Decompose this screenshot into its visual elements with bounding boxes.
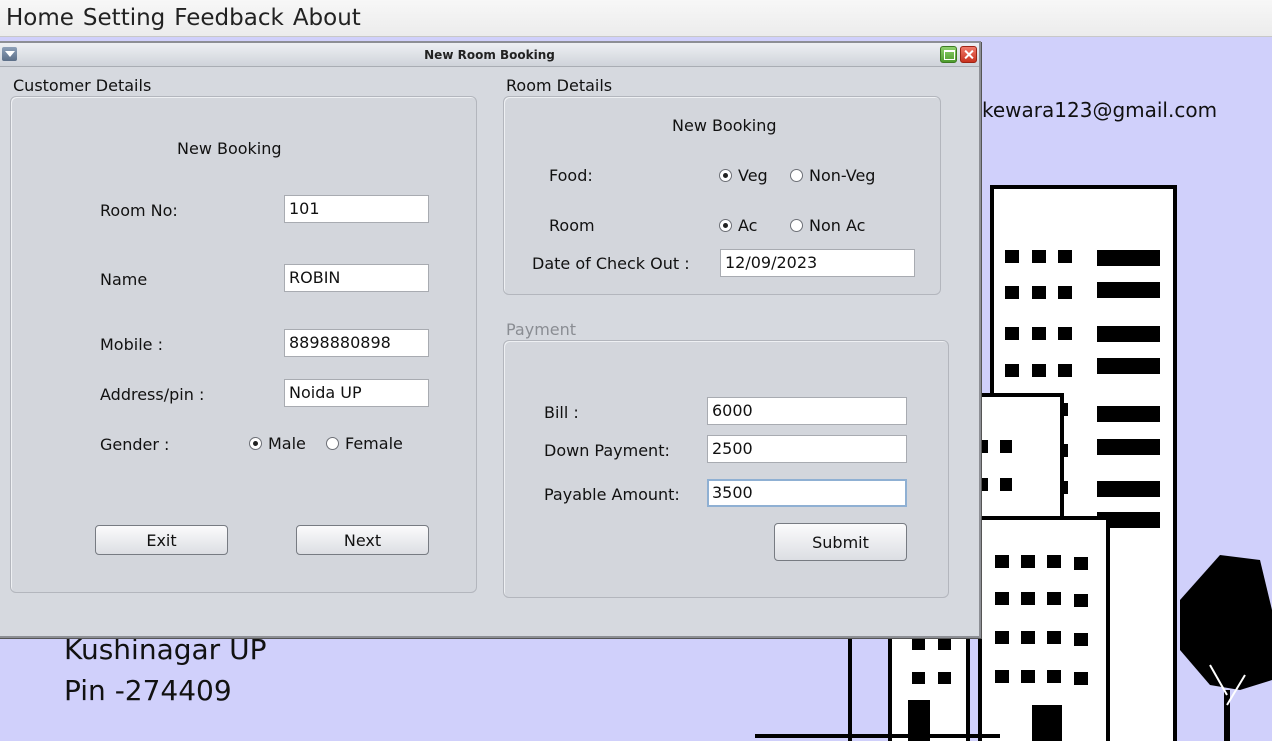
room-nonac-label: Non Ac	[809, 216, 866, 235]
payment-title: Payment	[506, 320, 577, 339]
payable-amount-input[interactable]: 3500	[707, 479, 907, 507]
customer-heading: New Booking	[177, 139, 282, 158]
room-ac-label: Ac	[738, 216, 758, 235]
room-no-input[interactable]: 101	[284, 195, 429, 223]
gender-male-label: Male	[268, 434, 306, 453]
down-payment-input[interactable]: 2500	[707, 435, 907, 463]
maximize-icon[interactable]	[940, 46, 957, 63]
menu-feedback[interactable]: Feedback	[174, 5, 284, 31]
room-details-panel: New Booking Food: Veg Non-Veg Room Ac No…	[503, 96, 941, 295]
room-type-label: Room	[549, 216, 595, 235]
food-veg-radio[interactable]: Veg	[719, 166, 768, 185]
new-room-booking-window: New Room Booking Customer Details New Bo…	[0, 41, 981, 638]
gender-male-radio[interactable]: Male	[249, 434, 306, 453]
menu-setting[interactable]: Setting	[83, 5, 165, 31]
menu-bar: Home Setting Feedback About	[0, 0, 1272, 37]
room-no-label: Room No:	[100, 201, 178, 220]
room-heading: New Booking	[672, 116, 777, 135]
address-label: Address/pin :	[100, 385, 205, 404]
exit-button[interactable]: Exit	[95, 525, 228, 555]
customer-details-title: Customer Details	[13, 76, 152, 95]
window-titlebar[interactable]: New Room Booking	[0, 43, 979, 67]
bill-label: Bill :	[544, 403, 579, 422]
gender-female-radio[interactable]: Female	[326, 434, 403, 453]
mobile-label: Mobile :	[100, 335, 163, 354]
name-label: Name	[100, 270, 148, 289]
room-nonac-radio[interactable]: Non Ac	[790, 216, 865, 235]
close-icon[interactable]	[960, 46, 977, 63]
radio-unselected-icon	[790, 169, 803, 182]
radio-selected-icon	[719, 169, 732, 182]
address-input[interactable]: Noida UP	[284, 379, 429, 407]
radio-selected-icon	[719, 219, 732, 232]
radio-selected-icon	[249, 437, 262, 450]
food-nonveg-label: Non-Veg	[809, 166, 876, 185]
room-details-title: Room Details	[506, 76, 613, 95]
food-label: Food:	[549, 166, 593, 185]
down-payment-label: Down Payment:	[544, 441, 670, 460]
radio-unselected-icon	[790, 219, 803, 232]
room-ac-radio[interactable]: Ac	[719, 216, 757, 235]
submit-button[interactable]: Submit	[774, 523, 907, 561]
food-veg-label: Veg	[738, 166, 768, 185]
gender-female-label: Female	[345, 434, 403, 453]
window-title: New Room Booking	[424, 48, 555, 62]
next-button[interactable]: Next	[296, 525, 429, 555]
menu-home[interactable]: Home	[6, 5, 74, 31]
checkout-date-input[interactable]: 12/09/2023	[720, 249, 915, 277]
address-line-2: Pin -274409	[64, 674, 232, 707]
gender-label: Gender :	[100, 435, 170, 454]
name-input[interactable]: ROBIN	[284, 264, 429, 292]
contact-email: kewara123@gmail.com	[982, 98, 1218, 122]
payable-amount-label: Payable Amount:	[544, 485, 680, 504]
radio-unselected-icon	[326, 437, 339, 450]
menu-about[interactable]: About	[293, 5, 361, 31]
customer-details-panel: New Booking Room No: 101 Name ROBIN Mobi…	[10, 96, 477, 593]
checkout-label: Date of Check Out :	[532, 254, 690, 273]
mobile-input[interactable]: 8898880898	[284, 329, 429, 357]
payment-panel: Bill : 6000 Down Payment: 2500 Payable A…	[503, 340, 949, 598]
food-nonveg-radio[interactable]: Non-Veg	[790, 166, 875, 185]
bill-input[interactable]: 6000	[707, 397, 907, 425]
